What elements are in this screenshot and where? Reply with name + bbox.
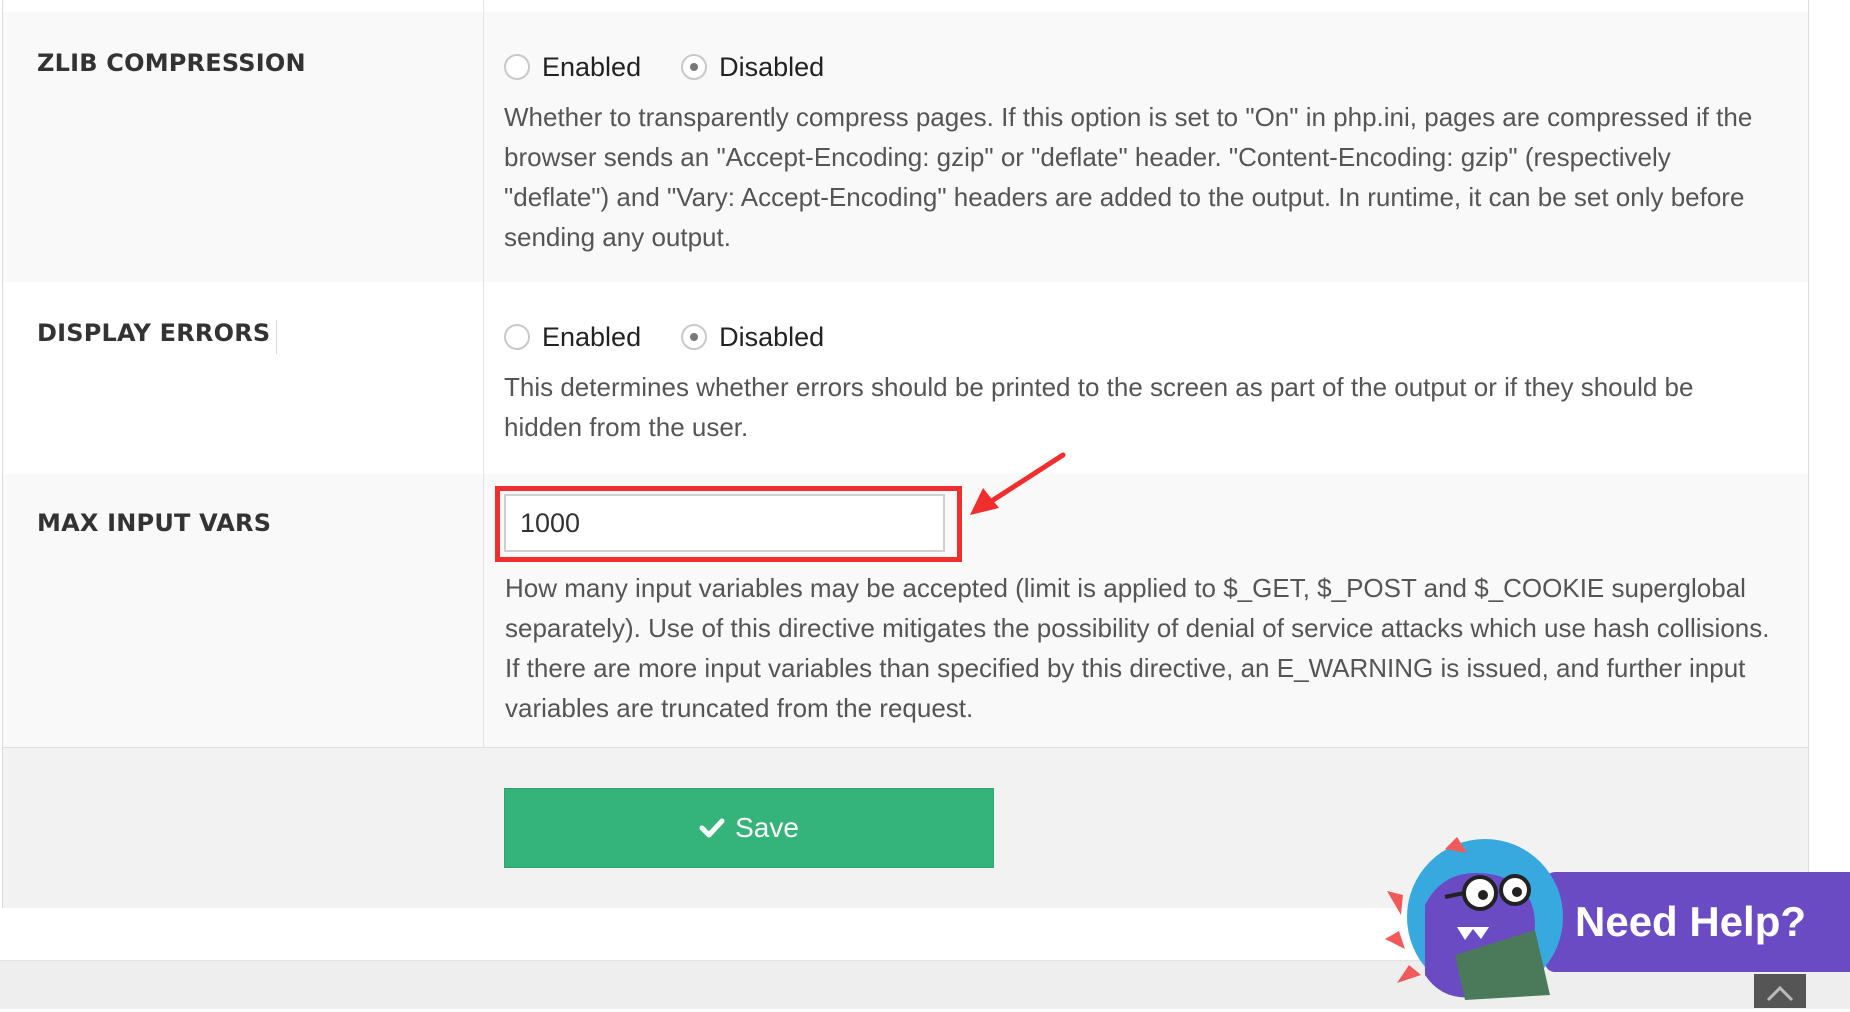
max-input-vars-description: How many input variables may be accepted… <box>505 573 1770 723</box>
need-help-label: Need Help? <box>1575 898 1807 945</box>
display-errors-disabled-label: Disabled <box>719 321 825 352</box>
text-cursor <box>276 319 278 354</box>
display-errors-description: This determines whether errors should be… <box>504 372 1694 442</box>
display-errors-enabled-label: Enabled <box>542 321 642 352</box>
display-errors-disabled-option[interactable]: Disabled <box>681 322 824 353</box>
settings-row-display-errors: DISPLAY ERRORS Enabled Disabled This det… <box>3 282 1808 474</box>
zlib-disabled-radio[interactable] <box>681 54 708 80</box>
need-help-button[interactable]: Need Help? <box>1545 872 1850 972</box>
zlib-enabled-label: Enabled <box>542 51 642 82</box>
display-errors-label: DISPLAY ERRORS <box>37 319 271 347</box>
save-button-label: Save <box>735 812 799 843</box>
help-widget[interactable]: Need Help? <box>1385 835 1850 1008</box>
zlib-enabled-radio[interactable] <box>504 54 530 80</box>
zlib-enabled-option[interactable]: Enabled <box>504 52 641 83</box>
max-input-vars-input[interactable] <box>504 494 945 552</box>
zlib-compression-radio-group: Enabled Disabled <box>504 49 1778 85</box>
mascot-icon <box>1385 837 1563 1000</box>
save-button[interactable]: Save <box>504 788 994 868</box>
display-errors-disabled-radio[interactable] <box>681 324 708 350</box>
max-input-vars-label: MAX INPUT VARS <box>37 509 272 537</box>
check-icon <box>699 818 725 838</box>
zlib-disabled-option[interactable]: Disabled <box>681 52 824 83</box>
display-errors-enabled-option[interactable]: Enabled <box>504 322 641 353</box>
display-errors-radio-group: Enabled Disabled <box>504 319 1778 355</box>
zlib-compression-description: Whether to transparently compress pages.… <box>504 102 1753 252</box>
annotation-arrow-icon <box>970 452 1066 515</box>
settings-row-zlib-compression: ZLIB COMPRESSION Enabled Disabled Whethe… <box>3 12 1808 282</box>
zlib-disabled-label: Disabled <box>719 51 825 82</box>
zlib-compression-label: ZLIB COMPRESSION <box>37 49 306 77</box>
settings-panel: ZLIB COMPRESSION Enabled Disabled Whethe… <box>2 0 1809 908</box>
display-errors-enabled-radio[interactable] <box>504 324 530 350</box>
